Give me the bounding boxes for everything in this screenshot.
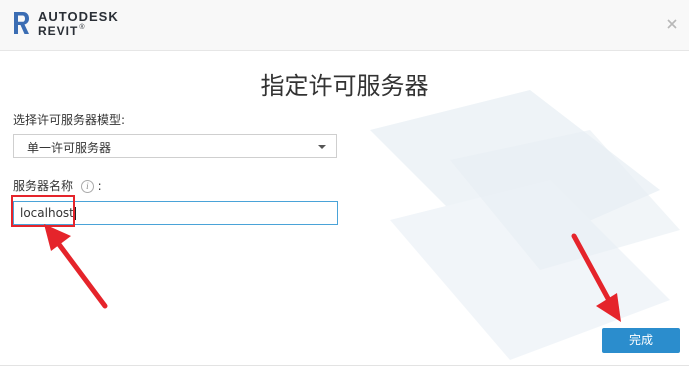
license-type-select[interactable]: 单一许可服务器 bbox=[13, 134, 337, 158]
license-type-value: 单一许可服务器 bbox=[27, 141, 112, 155]
brand-product: REVIT® bbox=[38, 24, 86, 38]
close-icon bbox=[667, 19, 677, 29]
license-type-label: 选择许可服务器模型: bbox=[13, 113, 126, 127]
background-artwork bbox=[370, 90, 680, 360]
header-bar: AUTODESK REVIT® bbox=[0, 0, 689, 51]
server-name-label: 服务器名称 bbox=[13, 179, 74, 193]
server-name-colon: : bbox=[97, 179, 102, 193]
text-caret bbox=[74, 207, 76, 220]
annotation-highlight-box bbox=[11, 195, 75, 227]
revit-logo-icon bbox=[14, 12, 29, 34]
footer-divider bbox=[0, 365, 689, 366]
arrow-to-input-icon bbox=[44, 224, 108, 309]
close-button[interactable] bbox=[665, 18, 679, 32]
brand-product-name: REVIT bbox=[38, 24, 79, 38]
finish-button[interactable]: 完成 bbox=[602, 328, 680, 353]
trademark-symbol: ® bbox=[79, 24, 86, 31]
page-title: 指定许可服务器 bbox=[260, 72, 429, 100]
chevron-down-icon bbox=[318, 145, 326, 149]
server-name-label-row: 服务器名称 i : bbox=[13, 177, 102, 194]
brand-autodesk: AUTODESK bbox=[38, 9, 119, 24]
info-icon[interactable]: i bbox=[80, 180, 94, 193]
